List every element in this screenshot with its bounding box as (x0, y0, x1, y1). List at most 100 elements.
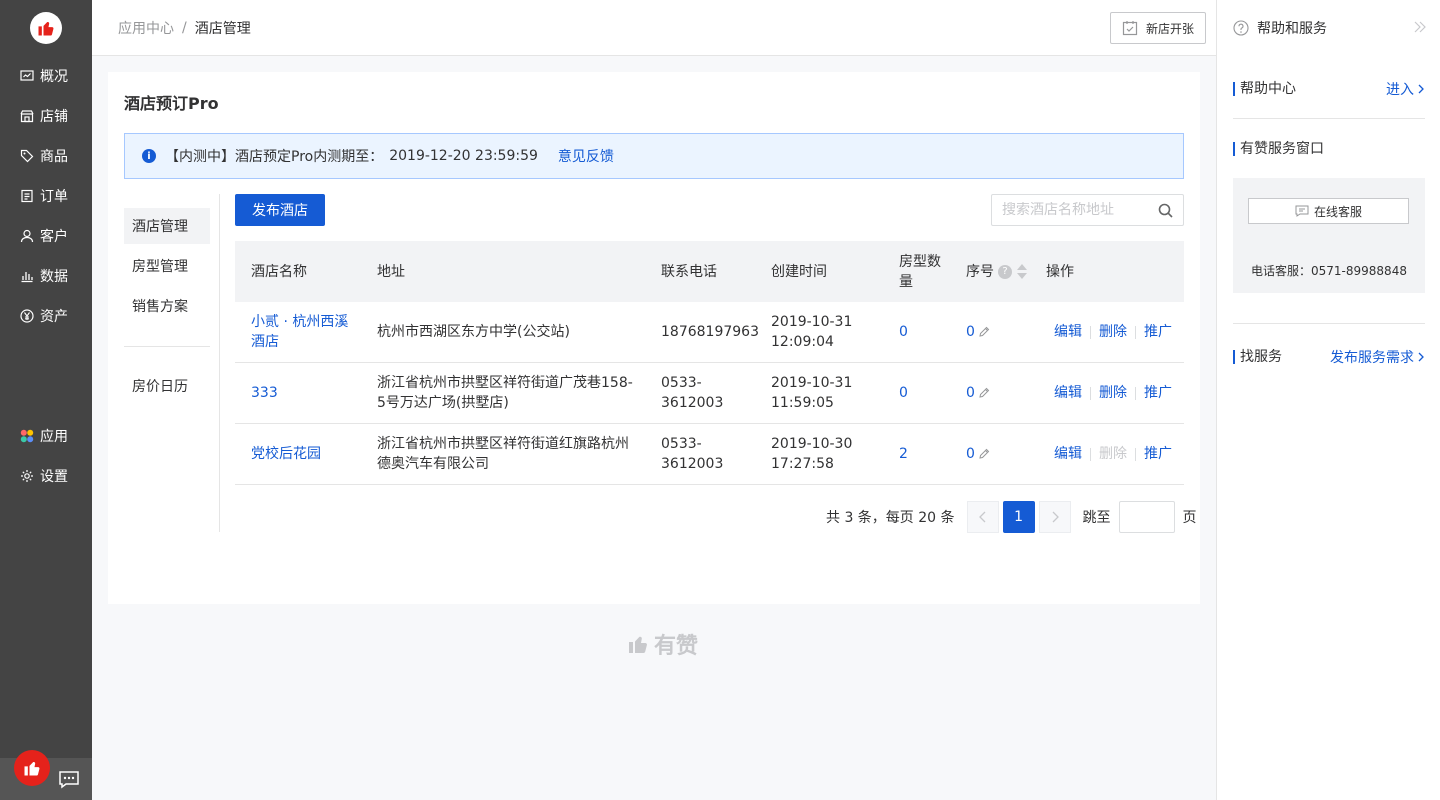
online-service-label: 在线客服 (1313, 204, 1362, 219)
edit-pen-icon[interactable] (978, 448, 990, 460)
delete-link-disabled: 删除 (1099, 446, 1127, 462)
col-header-created: 创建时间 (771, 263, 827, 280)
notice-bar: i 【内测中】酒店预定Pro内测期至： 2019-12-20 23:59:59 … (124, 133, 1184, 179)
breadcrumb-parent[interactable]: 应用中心 (118, 18, 174, 38)
service-window-title: 有赞服务窗口 (1233, 142, 1324, 156)
post-demand-label: 发布服务需求 (1330, 350, 1414, 366)
promote-link[interactable]: 推广 (1144, 383, 1172, 403)
seq-value: 0 (966, 324, 975, 340)
main-card: 酒店预订Pro i 【内测中】酒店预定Pro内测期至： 2019-12-20 2… (108, 72, 1200, 604)
find-service-title: 找服务 (1233, 350, 1282, 364)
table-row: 党校后花园 浙江省杭州市拱墅区祥符街道红旗路杭州德奥汽车有限公司 0533-36… (235, 424, 1184, 485)
row-actions: 编辑 删除 推广 (1054, 302, 1192, 362)
room-count-link[interactable]: 2 (899, 424, 949, 484)
settings-icon (20, 469, 34, 483)
col-header-ops: 操作 (1046, 263, 1074, 280)
search-icon[interactable] (1158, 203, 1173, 218)
hotel-phone: 0533-3612003 (661, 375, 724, 411)
page-unit-label: 页 (1182, 510, 1197, 526)
nav-item-goods[interactable]: 商品 (0, 136, 92, 176)
store-icon (20, 109, 34, 123)
nav-item-assets[interactable]: 资产 (0, 296, 92, 336)
side-menu-room-type[interactable]: 房型管理 (124, 248, 210, 284)
nav-item-overview[interactable]: 概况 (0, 56, 92, 96)
hotel-name-link[interactable]: 小贰 · 杭州西溪酒店 (251, 302, 361, 362)
nav-label: 数据 (40, 269, 68, 285)
nav-label: 店铺 (40, 109, 68, 125)
nav-bottom-bar (0, 750, 92, 800)
thumb-icon (38, 22, 54, 36)
notice-date: 2019-12-20 23:59:59 (389, 148, 538, 164)
nav-item-settings[interactable]: 设置 (0, 456, 92, 496)
yuan-icon (20, 309, 34, 323)
help-center-title: 帮助中心 (1233, 82, 1296, 96)
edit-pen-icon[interactable] (978, 387, 990, 399)
seq-value: 0 (966, 446, 975, 462)
help-center-enter-link[interactable]: 进入 (1386, 79, 1425, 99)
footer-brand: 有赞 (626, 630, 698, 659)
nav-item-customers[interactable]: 客户 (0, 216, 92, 256)
promote-link[interactable]: 推广 (1144, 444, 1172, 464)
hotel-phone: 18768197963 (661, 324, 759, 340)
new-store-button[interactable]: 新店开张 (1110, 12, 1206, 44)
nav-label: 应用 (40, 429, 68, 445)
edit-link[interactable]: 编辑 (1054, 383, 1082, 403)
order-icon (20, 189, 34, 203)
delete-link[interactable]: 删除 (1099, 322, 1127, 342)
delete-link[interactable]: 删除 (1099, 383, 1127, 403)
page-number-current[interactable]: 1 (1002, 501, 1035, 533)
publish-hotel-button[interactable]: 发布酒店 (235, 194, 325, 226)
row-actions: 编辑 删除 推广 (1054, 424, 1192, 484)
nav-label: 概况 (40, 69, 68, 85)
edit-pen-icon[interactable] (978, 326, 990, 338)
table-row: 333 浙江省杭州市拱墅区祥符街道广茂巷158-5号万达广场(拱墅店) 0533… (235, 363, 1184, 424)
post-demand-link[interactable]: 发布服务需求 (1330, 347, 1425, 367)
seq-cell: 0 (966, 302, 1036, 362)
nav-item-data[interactable]: 数据 (0, 256, 92, 296)
edit-link[interactable]: 编辑 (1054, 444, 1082, 464)
hotel-address: 杭州市西湖区东方中学(公交站) (377, 324, 570, 340)
nav-item-apps[interactable]: 应用 (0, 416, 92, 456)
youzan-assistant-button[interactable] (14, 750, 50, 786)
hotel-created: 2019-10-31 11:59:05 (771, 375, 853, 411)
sort-icon[interactable] (1017, 264, 1027, 279)
side-menu: 酒店管理 房型管理 销售方案 房价日历 (124, 194, 220, 532)
prev-page-button[interactable] (966, 501, 999, 533)
chevron-left-icon (978, 511, 985, 523)
nav-item-store[interactable]: 店铺 (0, 96, 92, 136)
question-icon[interactable]: ? (998, 264, 1012, 279)
online-service-button[interactable]: 在线客服 (1248, 198, 1409, 224)
hotel-name-link[interactable]: 党校后花园 (251, 424, 361, 484)
search-input[interactable] (1002, 202, 1152, 218)
divider (1233, 323, 1425, 324)
side-menu-sales-plan[interactable]: 销售方案 (124, 288, 210, 324)
message-icon (1295, 205, 1309, 217)
col-header-phone: 联系电话 (661, 263, 717, 280)
pagination-total: 共 3 条，每页 20 条 (826, 510, 955, 526)
service-window-row: 有赞服务窗口 (1233, 142, 1425, 156)
breadcrumb-separator: / (182, 20, 187, 36)
question-icon (1233, 20, 1249, 36)
room-count-link[interactable]: 0 (899, 302, 949, 362)
collapse-icon[interactable] (1413, 20, 1427, 34)
hotel-name-link[interactable]: 333 (251, 363, 361, 423)
row-actions: 编辑 删除 推广 (1054, 363, 1192, 423)
room-count-link[interactable]: 0 (899, 363, 949, 423)
side-menu-hotel-manage[interactable]: 酒店管理 (124, 208, 210, 244)
nav-label: 客户 (40, 229, 68, 245)
promote-link[interactable]: 推广 (1144, 322, 1172, 342)
next-page-button[interactable] (1038, 501, 1071, 533)
top-bar: 应用中心 / 酒店管理 新店开张 (92, 0, 1216, 56)
col-header-seq[interactable]: 序号 ? (966, 241, 1036, 302)
side-menu-price-calendar[interactable]: 房价日历 (124, 368, 210, 404)
nav-item-orders[interactable]: 订单 (0, 176, 92, 216)
table-header: 酒店名称 地址 联系电话 创建时间 房型数量 序号 ? 操作 (235, 241, 1184, 302)
service-window-box: 在线客服 电话客服：0571-89988848 (1233, 178, 1425, 293)
jump-page-input[interactable] (1118, 501, 1175, 533)
calendar-check-icon (1122, 21, 1138, 36)
nav-label: 设置 (40, 469, 68, 485)
edit-link[interactable]: 编辑 (1054, 322, 1082, 342)
youzan-logo[interactable] (30, 12, 62, 44)
feedback-link[interactable]: 意见反馈 (558, 146, 614, 166)
chat-icon[interactable] (57, 767, 81, 791)
